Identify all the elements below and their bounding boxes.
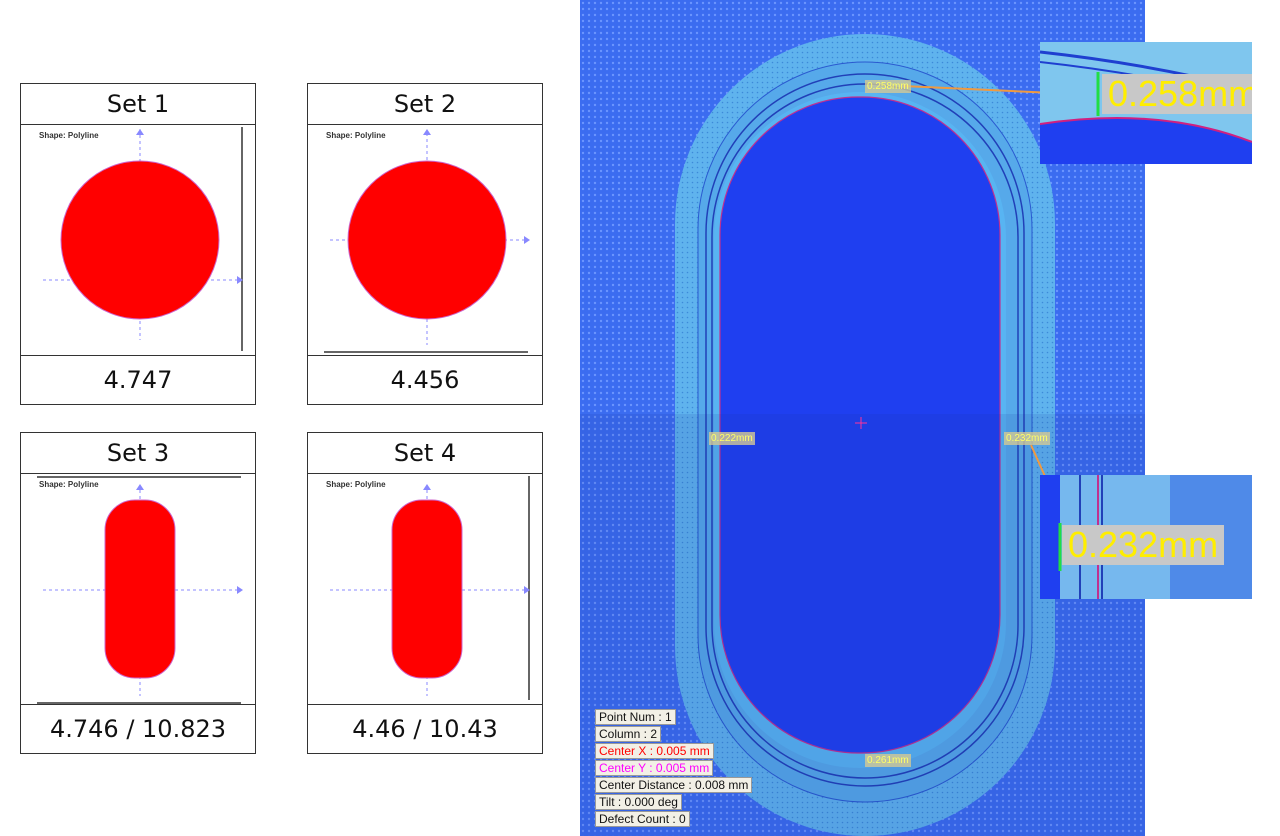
- zoom-top-inner: [1040, 118, 1252, 164]
- info-center-distance: Center Distance : 0.008 mm: [595, 777, 753, 793]
- shape-canvas: [43, 484, 243, 696]
- info-center-x: Center X : 0.005 mm: [595, 743, 714, 759]
- measurement-left: 0.222mm: [709, 432, 755, 445]
- measurement-top: 0.258mm: [865, 80, 911, 93]
- shape-canvas: [43, 129, 243, 340]
- set-title: Set 3: [21, 433, 255, 474]
- set-title: Set 4: [308, 433, 542, 474]
- set-value: 4.456: [390, 366, 460, 394]
- set-value: 4.747: [103, 366, 173, 394]
- shape-canvas: [330, 129, 530, 345]
- shape-circle: [60, 160, 220, 320]
- set-card-1: Set 1 Shape: Polyline 4.747: [20, 83, 256, 405]
- set-value: 4.746 / 10.823: [49, 715, 227, 743]
- y-axis-arrow: [136, 129, 144, 135]
- shape-preview: Shape: Polyline: [21, 474, 255, 705]
- shape-circle: [347, 160, 507, 320]
- measurement-bottom: 0.261mm: [865, 754, 911, 767]
- info-defect-count: Defect Count : 0: [595, 811, 690, 827]
- info-tilt: Tilt : 0.000 deg: [595, 794, 682, 810]
- info-column: Column : 2: [595, 726, 662, 742]
- shape-preview: Shape: Polyline: [308, 125, 542, 356]
- info-panel: Point Num : 1 Column : 2 Center X : 0.00…: [595, 709, 753, 828]
- shape-preview: Shape: Polyline: [21, 125, 255, 356]
- set-title: Set 2: [308, 84, 542, 125]
- x-axis-arrow: [524, 236, 530, 244]
- y-axis-arrow: [136, 484, 144, 490]
- shape-canvas: [330, 484, 530, 696]
- x-axis-arrow: [524, 586, 530, 594]
- info-center-y: Center Y : 0.005 mm: [595, 760, 714, 776]
- set-value: 4.46 / 10.43: [352, 715, 498, 743]
- x-axis-arrow: [237, 586, 243, 594]
- x-axis-arrow: [237, 276, 243, 284]
- shape-obround: [391, 499, 463, 679]
- zoom-right-inner: [1040, 475, 1060, 599]
- set-title: Set 1: [21, 84, 255, 125]
- set-card-4: Set 4 Shape: Polyline 4.46 / 10.43: [307, 432, 543, 754]
- y-axis-arrow: [423, 129, 431, 135]
- shape-preview: Shape: Polyline: [308, 474, 542, 705]
- zoom-inset-right: 0.232mm: [1040, 475, 1252, 599]
- set-card-3: Set 3 Shape: Polyline 4.746 / 10.823: [20, 432, 256, 754]
- zoom-right-label: 0.232mm: [1062, 525, 1225, 565]
- measurement-right: 0.232mm: [1004, 432, 1050, 445]
- set-card-2: Set 2 Shape: Polyline 4.456: [307, 83, 543, 405]
- zoom-inset-top: 0.258mm: [1040, 42, 1252, 164]
- info-point-num: Point Num : 1: [595, 709, 676, 725]
- shape-obround: [104, 499, 176, 679]
- zoom-top-label: 0.258mm: [1102, 74, 1252, 114]
- y-axis-arrow: [423, 484, 431, 490]
